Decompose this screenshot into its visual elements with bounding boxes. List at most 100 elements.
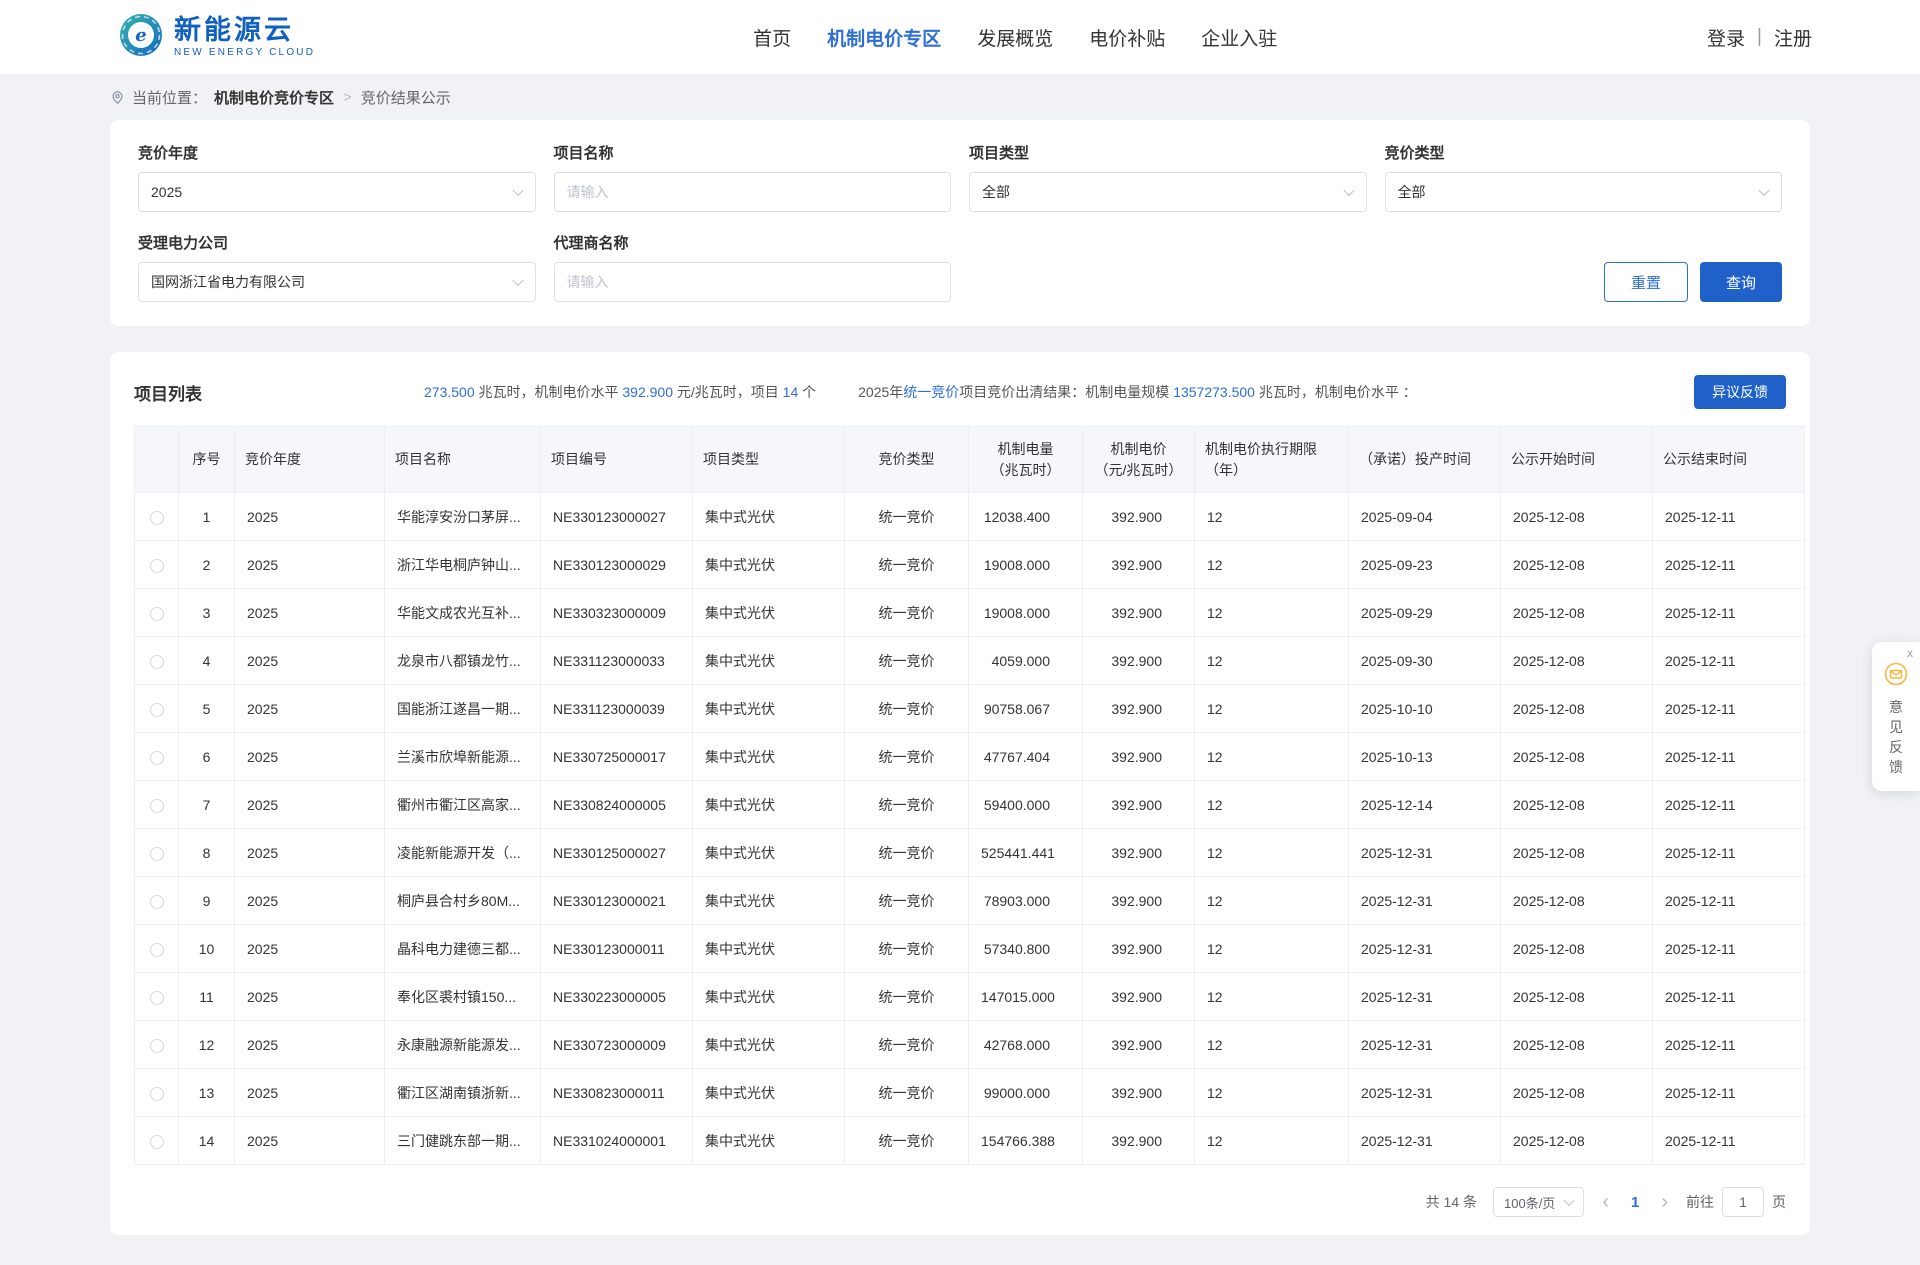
field-bid-year: 竞价年度 2025 bbox=[138, 142, 536, 212]
goto-page-input[interactable] bbox=[1722, 1187, 1764, 1217]
cell-project-type: 集中式光伏 bbox=[693, 973, 845, 1021]
field-agent-name: 代理商名称 bbox=[554, 232, 952, 302]
table-row: 12025华能淳安汾口茅屏...NE330123000027集中式光伏统一竞价1… bbox=[135, 493, 1805, 541]
cell-pub-end: 2025-12-11 bbox=[1653, 1021, 1805, 1069]
agent-name-input[interactable] bbox=[554, 262, 952, 302]
row-radio[interactable] bbox=[150, 847, 164, 861]
project-type-select[interactable]: 全部 bbox=[969, 172, 1367, 212]
cell-bid-type: 统一竞价 bbox=[845, 493, 969, 541]
announcement-marquee: 273.500 兆瓦时，机制电价水平 392.900 元/兆瓦时，项目 14 个… bbox=[224, 382, 1672, 402]
row-radio[interactable] bbox=[150, 511, 164, 525]
cell-pub-end: 2025-12-11 bbox=[1653, 733, 1805, 781]
row-radio[interactable] bbox=[150, 751, 164, 765]
cell-name: 兰溪市欣埠新能源... bbox=[385, 733, 541, 781]
cell-pub-end: 2025-12-11 bbox=[1653, 973, 1805, 1021]
table-row: 32025华能文成农光互补...NE330323000009集中式光伏统一竞价1… bbox=[135, 589, 1805, 637]
nav-item-3[interactable]: 电价补贴 bbox=[1089, 24, 1165, 51]
row-radio[interactable] bbox=[150, 607, 164, 621]
cell-prod-date: 2025-12-31 bbox=[1349, 925, 1501, 973]
page-size-select[interactable]: 100条/页 bbox=[1493, 1187, 1584, 1217]
prev-page-button[interactable]: ‹ bbox=[1600, 1192, 1611, 1212]
radio-cell bbox=[135, 733, 179, 781]
cell-year: 2025 bbox=[235, 781, 385, 829]
nav-item-4[interactable]: 企业入驻 bbox=[1201, 24, 1277, 51]
radio-cell bbox=[135, 973, 179, 1021]
cell-bid-type: 统一竞价 bbox=[845, 973, 969, 1021]
cell-prod-date: 2025-09-29 bbox=[1349, 589, 1501, 637]
marquee-segment: 14 bbox=[783, 384, 799, 400]
marquee-segment: 兆瓦时，机制电价水平 bbox=[475, 384, 623, 400]
register-link[interactable]: 注册 bbox=[1774, 24, 1812, 51]
radio-cell bbox=[135, 877, 179, 925]
column-header-bid-type: 竞价类型 bbox=[845, 427, 969, 493]
breadcrumb: 当前位置： 机制电价竞价专区 > 竞价结果公示 bbox=[110, 74, 1810, 120]
row-radio[interactable] bbox=[150, 655, 164, 669]
cell-name: 衢州市衢江区高家... bbox=[385, 781, 541, 829]
cell-code: NE330723000009 bbox=[541, 1021, 693, 1069]
table-row: 52025国能浙江遂昌一期...NE331123000039集中式光伏统一竞价9… bbox=[135, 685, 1805, 733]
nav-item-2[interactable]: 发展概览 bbox=[977, 24, 1053, 51]
row-radio[interactable] bbox=[150, 943, 164, 957]
cell-energy: 42768.000 bbox=[969, 1021, 1083, 1069]
table-row: 72025衢州市衢江区高家...NE330824000005集中式光伏统一竞价5… bbox=[135, 781, 1805, 829]
row-radio[interactable] bbox=[150, 991, 164, 1005]
cell-prod-date: 2025-09-04 bbox=[1349, 493, 1501, 541]
project-name-input[interactable] bbox=[554, 172, 952, 212]
cell-project-type: 集中式光伏 bbox=[693, 1117, 845, 1165]
cell-pub-start: 2025-12-08 bbox=[1501, 1117, 1653, 1165]
bid-type-label: 竞价类型 bbox=[1385, 142, 1783, 163]
cell-term: 12 bbox=[1195, 733, 1349, 781]
row-radio[interactable] bbox=[150, 559, 164, 573]
row-radio[interactable] bbox=[150, 1087, 164, 1101]
row-radio[interactable] bbox=[150, 1039, 164, 1053]
cell-name: 奉化区裘村镇150... bbox=[385, 973, 541, 1021]
nav-item-1[interactable]: 机制电价专区 bbox=[827, 24, 941, 51]
nav-item-0[interactable]: 首页 bbox=[753, 24, 791, 51]
project-type-value: 全部 bbox=[982, 182, 1010, 202]
cell-project-type: 集中式光伏 bbox=[693, 589, 845, 637]
bid-year-label: 竞价年度 bbox=[138, 142, 536, 163]
breadcrumb-section[interactable]: 机制电价竞价专区 bbox=[214, 87, 334, 108]
cell-term: 12 bbox=[1195, 637, 1349, 685]
feedback-label[interactable]: 意见反馈 bbox=[1888, 697, 1904, 777]
row-radio[interactable] bbox=[150, 703, 164, 717]
radio-cell bbox=[135, 589, 179, 637]
field-project-name: 项目名称 bbox=[554, 142, 952, 212]
power-company-select[interactable]: 国网浙江省电力有限公司 bbox=[138, 262, 536, 302]
field-project-type: 项目类型 全部 bbox=[969, 142, 1367, 212]
breadcrumb-prefix: 当前位置： bbox=[132, 87, 207, 108]
objection-feedback-button[interactable]: 异议反馈 bbox=[1694, 375, 1786, 409]
marquee-segment: 元/兆瓦时，项目 bbox=[673, 384, 783, 400]
login-link[interactable]: 登录 bbox=[1707, 24, 1745, 51]
table-row: 122025永康融源新能源发...NE330723000009集中式光伏统一竞价… bbox=[135, 1021, 1805, 1069]
cell-prod-date: 2025-12-31 bbox=[1349, 1021, 1501, 1069]
search-button[interactable]: 查询 bbox=[1700, 262, 1782, 302]
cell-bid-type: 统一竞价 bbox=[845, 1021, 969, 1069]
bid-type-select[interactable]: 全部 bbox=[1385, 172, 1783, 212]
current-page[interactable]: 1 bbox=[1627, 1194, 1643, 1211]
pagination-total: 共 14 条 bbox=[1426, 1192, 1477, 1212]
next-page-button[interactable]: › bbox=[1659, 1192, 1670, 1212]
row-radio[interactable] bbox=[150, 1135, 164, 1149]
cell-name: 永康融源新能源发... bbox=[385, 1021, 541, 1069]
cell-pub-end: 2025-12-11 bbox=[1653, 925, 1805, 973]
agent-name-label: 代理商名称 bbox=[554, 232, 952, 253]
cell-price: 392.900 bbox=[1083, 1117, 1195, 1165]
reset-button[interactable]: 重置 bbox=[1604, 262, 1688, 302]
row-radio[interactable] bbox=[150, 799, 164, 813]
cell-energy: 99000.000 bbox=[969, 1069, 1083, 1117]
cell-energy: 147015.000 bbox=[969, 973, 1083, 1021]
close-icon[interactable]: x bbox=[1907, 646, 1913, 660]
cell-pub-start: 2025-12-08 bbox=[1501, 589, 1653, 637]
logo-icon: e bbox=[118, 12, 164, 63]
bid-year-select[interactable]: 2025 bbox=[138, 172, 536, 212]
table-row: 142025三门健跳东部一期...NE331024000001集中式光伏统一竞价… bbox=[135, 1117, 1805, 1165]
cell-pub-end: 2025-12-11 bbox=[1653, 1069, 1805, 1117]
column-header-price: 机制电价 （元/兆瓦时） bbox=[1083, 427, 1195, 493]
column-header-pub-end: 公示结束时间 bbox=[1653, 427, 1805, 493]
row-radio[interactable] bbox=[150, 895, 164, 909]
cell-prod-date: 2025-12-31 bbox=[1349, 973, 1501, 1021]
cell-year: 2025 bbox=[235, 541, 385, 589]
cell-code: NE331123000039 bbox=[541, 685, 693, 733]
cell-term: 12 bbox=[1195, 1117, 1349, 1165]
